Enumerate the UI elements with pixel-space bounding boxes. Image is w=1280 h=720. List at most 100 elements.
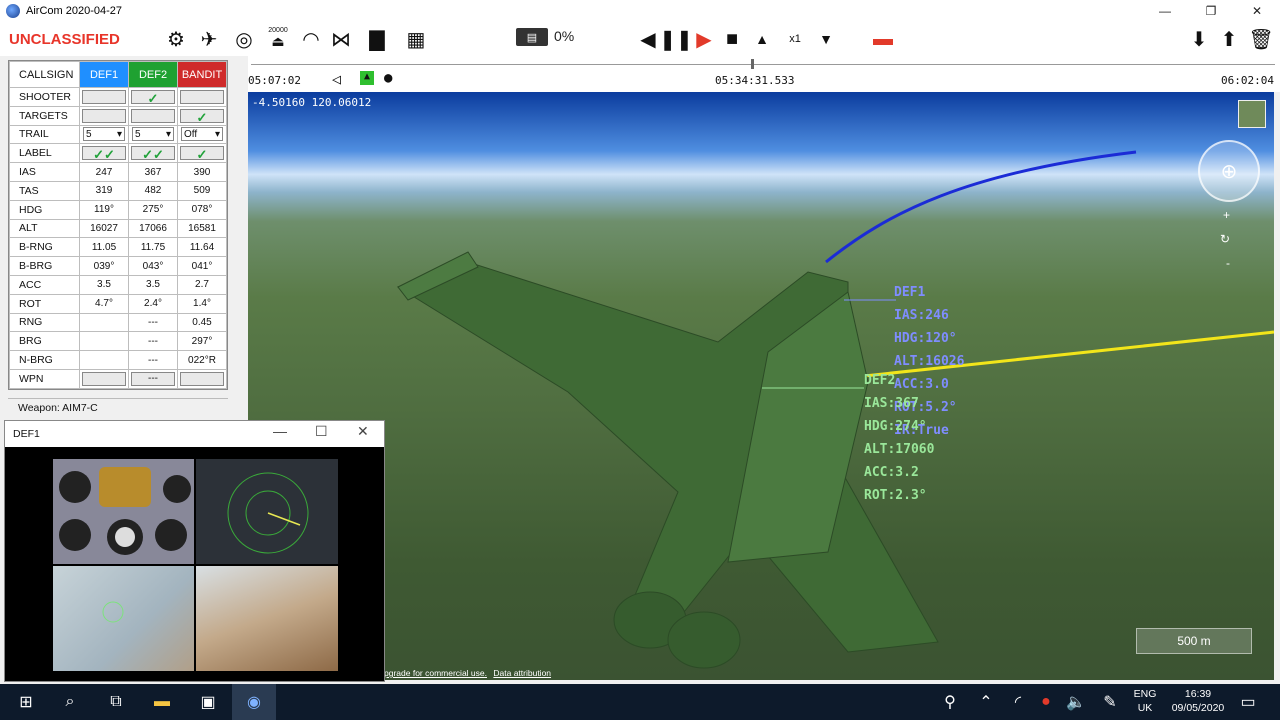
chart-icon[interactable]: ▇ [364, 26, 390, 52]
label-def2-checkbox[interactable]: ✓✓ [131, 146, 175, 162]
subwindow-maximize-button[interactable]: ☐ [315, 423, 328, 440]
view-arrow-icon[interactable]: ◁ [332, 70, 341, 88]
wpn-def1-button[interactable] [82, 371, 126, 386]
language-indicator[interactable]: ENG UK [1130, 687, 1160, 715]
trail-def1-select[interactable]: 5 ▾ [83, 127, 125, 142]
view-warning-icon[interactable]: ▲ [360, 71, 374, 85]
weapon-label: Weapon: AIM7-C [8, 398, 228, 414]
col-bandit-header[interactable]: BANDIT [177, 61, 227, 88]
file-explorer-icon[interactable]: ▬ [152, 692, 172, 712]
select-value: Off [184, 128, 198, 140]
select-value: 5 [135, 128, 141, 140]
speed-up-icon[interactable]: ▲ [752, 26, 772, 52]
action-center-icon[interactable]: ▭ [1238, 692, 1258, 712]
trail-def2-select[interactable]: 5 ▾ [132, 127, 174, 142]
minimap-thumbnail[interactable] [1238, 100, 1266, 128]
grid-table-icon[interactable]: ▦ [402, 26, 430, 52]
search-icon[interactable]: ⌕ [60, 692, 80, 712]
target-icon[interactable]: ◎ [230, 26, 258, 52]
zoom-out-icon[interactable]: - [1226, 256, 1230, 270]
play-icon[interactable]: ▶ [694, 26, 714, 52]
people-icon[interactable]: ⚲ [940, 692, 960, 712]
outside-camera-view [196, 566, 338, 671]
trash-icon[interactable]: 🗑 [1248, 26, 1273, 52]
row-label-label: LABEL [9, 143, 80, 164]
shooter-bandit-checkbox[interactable] [180, 89, 224, 104]
progress-percent: 0% [554, 28, 575, 44]
wpn-def2-value: --- [148, 372, 158, 384]
record-app-icon[interactable]: ▣ [198, 692, 218, 712]
notification-app-icon[interactable]: ● [1036, 692, 1056, 712]
rot-def1: 4.7° [79, 293, 129, 314]
radar-dome-icon[interactable]: ◠ [298, 26, 324, 52]
record-clapper-icon[interactable]: ▬ [872, 26, 894, 52]
upgrade-link[interactable]: pgrade for commercial use. [384, 668, 487, 678]
coordinates-readout: -4.50160 120.06012 [252, 96, 372, 109]
wpn-bandit-button[interactable] [180, 371, 224, 386]
volume-icon[interactable]: 🔈 [1066, 692, 1086, 712]
tas-def2: 482 [128, 180, 178, 201]
label-bandit-checkbox[interactable]: ✓ [180, 146, 224, 163]
dropdown-arrow-icon: ▾ [116, 128, 122, 140]
hdg-bandit: 078° [177, 199, 227, 220]
shooter-def1-checkbox[interactable] [82, 89, 126, 104]
wifi-icon[interactable]: ◜ [1008, 692, 1028, 712]
pen-icon[interactable]: ✎ [1100, 692, 1120, 712]
restore-button[interactable]: ❐ [1188, 0, 1234, 22]
timeline-bar[interactable]: 05:07:02 ◁ ▲ ● 05:34:31.533 06:02:04 [248, 56, 1280, 92]
altitude-icon[interactable]: 20000 ⏏ [262, 24, 294, 50]
subwindow-minimize-button[interactable]: — [273, 423, 287, 439]
trail-bandit-select[interactable]: Off ▾ [181, 127, 223, 142]
map-3d-view[interactable]: -4.50160 120.06012 ⊕ + ↻ - DEF1 IAS:246 … [248, 92, 1274, 680]
nbrg-def1 [79, 350, 129, 370]
pause-icon[interactable]: ❚❚ [659, 26, 693, 52]
nbrg-def2: --- [128, 350, 178, 370]
col-def1-header[interactable]: DEF1 [79, 61, 129, 88]
compass-navigator-icon[interactable]: ⊕ [1198, 140, 1260, 202]
nbrg-bandit: 022°R [177, 350, 227, 370]
aircom-app-icon[interactable]: ◉ [244, 692, 264, 712]
aircraft-icon[interactable]: ✈ [194, 26, 224, 52]
clock-time: 16:39 [1184, 688, 1212, 700]
settings-gear-icon[interactable]: ⚙ [164, 26, 188, 52]
recorder-icon[interactable]: ▤ [516, 28, 548, 46]
col-def2-header[interactable]: DEF2 [128, 61, 178, 88]
label-def1-checkbox[interactable]: ✓✓ [82, 146, 126, 162]
export-up-icon[interactable]: ⬆ [1218, 26, 1240, 52]
row-wpn-label: WPN [9, 368, 80, 389]
minimize-button[interactable]: — [1142, 0, 1188, 22]
alt-def1: 16027 [79, 218, 129, 239]
shooter-def2-checkbox[interactable]: ✓ [131, 89, 175, 106]
radar-display [196, 459, 338, 564]
instrument-panel [53, 459, 194, 564]
subwindow-close-button[interactable]: ✕ [357, 423, 369, 440]
targets-def2-checkbox[interactable] [131, 108, 175, 123]
check-icon: ✓ [147, 90, 159, 106]
stop-icon[interactable]: ■ [722, 26, 742, 52]
speed-down-icon[interactable]: ▼ [816, 26, 836, 52]
start-windows-icon[interactable]: ⊞ [16, 692, 36, 712]
select-value: 5 [86, 128, 92, 140]
zoom-in-icon[interactable]: + [1223, 208, 1230, 222]
step-back-icon[interactable]: ◀ [638, 26, 658, 52]
clock[interactable]: 16:39 09/05/2020 [1168, 687, 1228, 715]
timeline-thumb[interactable] [751, 59, 754, 69]
targets-bandit-checkbox[interactable]: ✓ [180, 108, 224, 125]
timeline-track[interactable] [251, 64, 1275, 65]
cross-icon[interactable]: ⋈ [328, 26, 354, 52]
person-icon[interactable]: ● [384, 70, 392, 86]
data-attribution-link[interactable]: Data attribution [493, 668, 551, 678]
language-code: ENG [1133, 688, 1157, 700]
tray-chevron-icon[interactable]: ⌃ [976, 692, 996, 712]
import-down-icon[interactable]: ⬇ [1188, 26, 1210, 52]
wpn-def2-button[interactable]: --- [131, 371, 175, 386]
check-icon: ✓ [196, 109, 208, 125]
row-brg-label: BRG [9, 331, 80, 352]
row-acc-label: ACC [9, 274, 80, 295]
close-button[interactable]: ✕ [1234, 0, 1280, 22]
task-view-icon[interactable]: ⧉ [106, 692, 126, 712]
reset-view-icon[interactable]: ↻ [1220, 232, 1230, 246]
check-icon: ✓ [196, 147, 208, 163]
scale-bar: 500 m [1136, 628, 1252, 654]
targets-def1-checkbox[interactable] [82, 108, 126, 123]
